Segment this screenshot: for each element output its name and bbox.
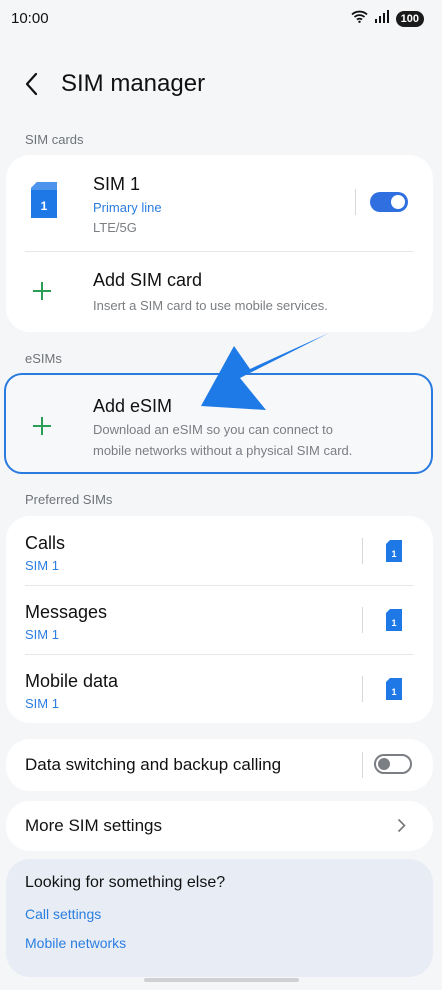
mobile-data-title: Mobile data [25, 671, 119, 691]
back-arrow-icon [25, 72, 39, 101]
preferred-calls-row[interactable]: Calls SIM 1 1 [6, 516, 433, 585]
mobile-data-value: SIM 1 [25, 696, 59, 711]
section-label-preferred: Preferred SIMs [25, 492, 113, 507]
status-time: 10:00 [11, 10, 49, 27]
sim-card-icon: 1 [31, 182, 57, 223]
vertical-separator [362, 752, 363, 778]
sim-cards-card: 1 SIM 1 Primary line LTE/5G Add SIM card… [6, 155, 433, 332]
vertical-separator [362, 676, 363, 702]
calls-value: SIM 1 [25, 558, 59, 573]
preferred-mobile-data-row[interactable]: Mobile data SIM 1 1 [6, 655, 433, 723]
vertical-separator [362, 538, 363, 564]
add-esim-subtitle-line1: Download an eSIM so you can connect to [93, 422, 333, 437]
add-sim-title: Add SIM card [93, 270, 203, 290]
wifi-icon [351, 10, 368, 28]
add-esim-row[interactable]: Add eSIM Download an eSIM so you can con… [4, 373, 433, 474]
calls-title: Calls [25, 533, 66, 553]
back-button[interactable] [18, 72, 46, 100]
looking-for-something-else-card: Looking for something else? Call setting… [6, 859, 433, 977]
sim-card-icon: 1 [386, 540, 402, 567]
data-switching-title: Data switching and backup calling [25, 755, 282, 774]
section-label-esims: eSIMs [25, 351, 62, 366]
svg-text:1: 1 [391, 618, 396, 628]
add-esim-title: Add eSIM [93, 396, 173, 416]
preferred-sims-card: Calls SIM 1 1 Messages SIM 1 1 Mobile da… [6, 516, 433, 723]
add-sim-subtitle: Insert a SIM card to use mobile services… [93, 298, 328, 313]
mobile-networks-link[interactable]: Mobile networks [25, 934, 126, 953]
sim-card-icon: 1 [386, 678, 402, 705]
status-icons: 100 [351, 10, 424, 28]
status-bar: 10:00 100 [0, 0, 442, 40]
sim1-toggle[interactable] [370, 192, 408, 212]
data-switching-row[interactable]: Data switching and backup calling [6, 739, 433, 791]
sim1-network: LTE/5G [93, 220, 137, 235]
call-settings-link[interactable]: Call settings [25, 905, 101, 924]
signal-icon [374, 10, 390, 28]
svg-text:1: 1 [41, 199, 48, 213]
messages-title: Messages [25, 602, 108, 622]
chevron-right-icon [397, 818, 406, 838]
vertical-separator [362, 607, 363, 633]
preferred-messages-row[interactable]: Messages SIM 1 1 [6, 586, 433, 654]
add-sim-card-row[interactable]: Add SIM card Insert a SIM card to use mo… [6, 252, 433, 332]
plus-icon [32, 416, 52, 441]
svg-text:1: 1 [391, 549, 396, 559]
sim1-row[interactable]: 1 SIM 1 Primary line LTE/5G [6, 155, 433, 251]
more-sim-settings-row[interactable]: More SIM settings [6, 801, 433, 851]
plus-icon [32, 281, 52, 306]
messages-value: SIM 1 [25, 627, 59, 642]
sim1-name: SIM 1 [93, 174, 141, 194]
section-label-sim-cards: SIM cards [25, 132, 84, 147]
add-esim-subtitle-line2: mobile networks without a physical SIM c… [93, 443, 353, 458]
data-switching-toggle[interactable] [374, 754, 412, 774]
header: SIM manager [0, 60, 442, 108]
vertical-separator [355, 189, 356, 215]
more-sim-settings-title: More SIM settings [25, 816, 162, 835]
battery-badge: 100 [395, 11, 424, 27]
page-title: SIM manager [61, 70, 206, 97]
sim-card-icon: 1 [386, 609, 402, 636]
home-indicator[interactable] [144, 978, 299, 982]
svg-text:1: 1 [391, 687, 396, 697]
help-title: Looking for something else? [25, 874, 226, 891]
sim1-line: Primary line [93, 200, 162, 215]
